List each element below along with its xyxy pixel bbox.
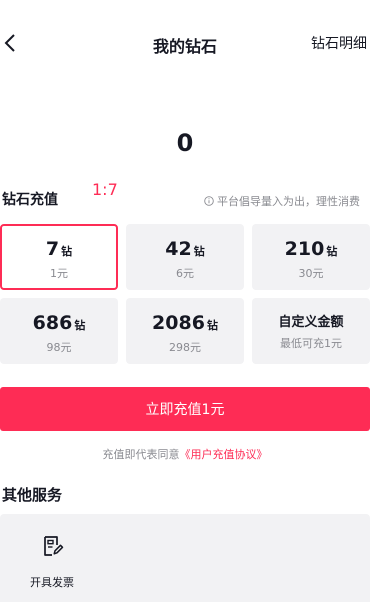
recharge-option-686[interactable]: 686 钻 98元	[0, 298, 118, 364]
exchange-ratio: 1:7	[92, 180, 118, 199]
option-unit: 钻	[74, 319, 86, 332]
option-amount: 686	[32, 312, 73, 334]
option-unit: 钻	[326, 245, 338, 258]
option-unit: 钻	[193, 245, 205, 258]
header: 我的钻石 钻石明细	[0, 26, 370, 60]
diamond-detail-link[interactable]: 钻石明细	[311, 33, 367, 53]
option-price: 98元	[46, 341, 72, 354]
user-recharge-agreement-link[interactable]: 《用户充值协议》	[180, 448, 268, 461]
option-price: 30元	[298, 267, 324, 280]
rational-spending-notice: 平台倡导量入为出，理性消费	[204, 193, 360, 209]
agreement-text: 充值即代表同意《用户充值协议》	[0, 446, 370, 462]
notice-text: 平台倡导量入为出，理性消费	[217, 195, 360, 208]
option-price: 1元	[50, 267, 68, 280]
recharge-option-42[interactable]: 42 钻 6元	[126, 224, 244, 290]
option-amount: 210	[284, 238, 325, 260]
option-price: 6元	[176, 267, 194, 280]
option-unit: 钻	[61, 245, 73, 258]
recharge-option-210[interactable]: 210 钻 30元	[252, 224, 370, 290]
option-unit: 钻	[206, 319, 218, 332]
custom-amount-label: 自定义金额	[278, 315, 344, 330]
agreement-prefix: 充值即代表同意	[102, 448, 180, 461]
invoice-label: 开具发票	[30, 576, 74, 589]
recharge-option-2086[interactable]: 2086 钻 298元	[126, 298, 244, 364]
invoice-icon	[44, 536, 64, 556]
recharge-now-button[interactable]: 立即充值1元	[0, 387, 370, 431]
invoice-service[interactable]: 开具发票	[22, 534, 82, 590]
diamond-balance: 0	[176, 129, 194, 157]
option-amount: 42	[165, 238, 192, 260]
recharge-option-7[interactable]: 7钻 1元	[0, 224, 118, 290]
other-services-panel: 开具发票	[0, 514, 370, 602]
option-amount: 2086	[152, 312, 205, 334]
custom-amount-hint: 最低可充1元	[280, 337, 342, 350]
option-price: 298元	[169, 341, 201, 354]
recharge-option-custom[interactable]: 自定义金额 最低可充1元	[252, 298, 370, 364]
other-services-title: 其他服务	[2, 486, 63, 504]
info-icon	[204, 196, 214, 206]
recharge-section-title: 钻石充值	[2, 192, 58, 208]
option-amount: 7	[45, 238, 60, 260]
